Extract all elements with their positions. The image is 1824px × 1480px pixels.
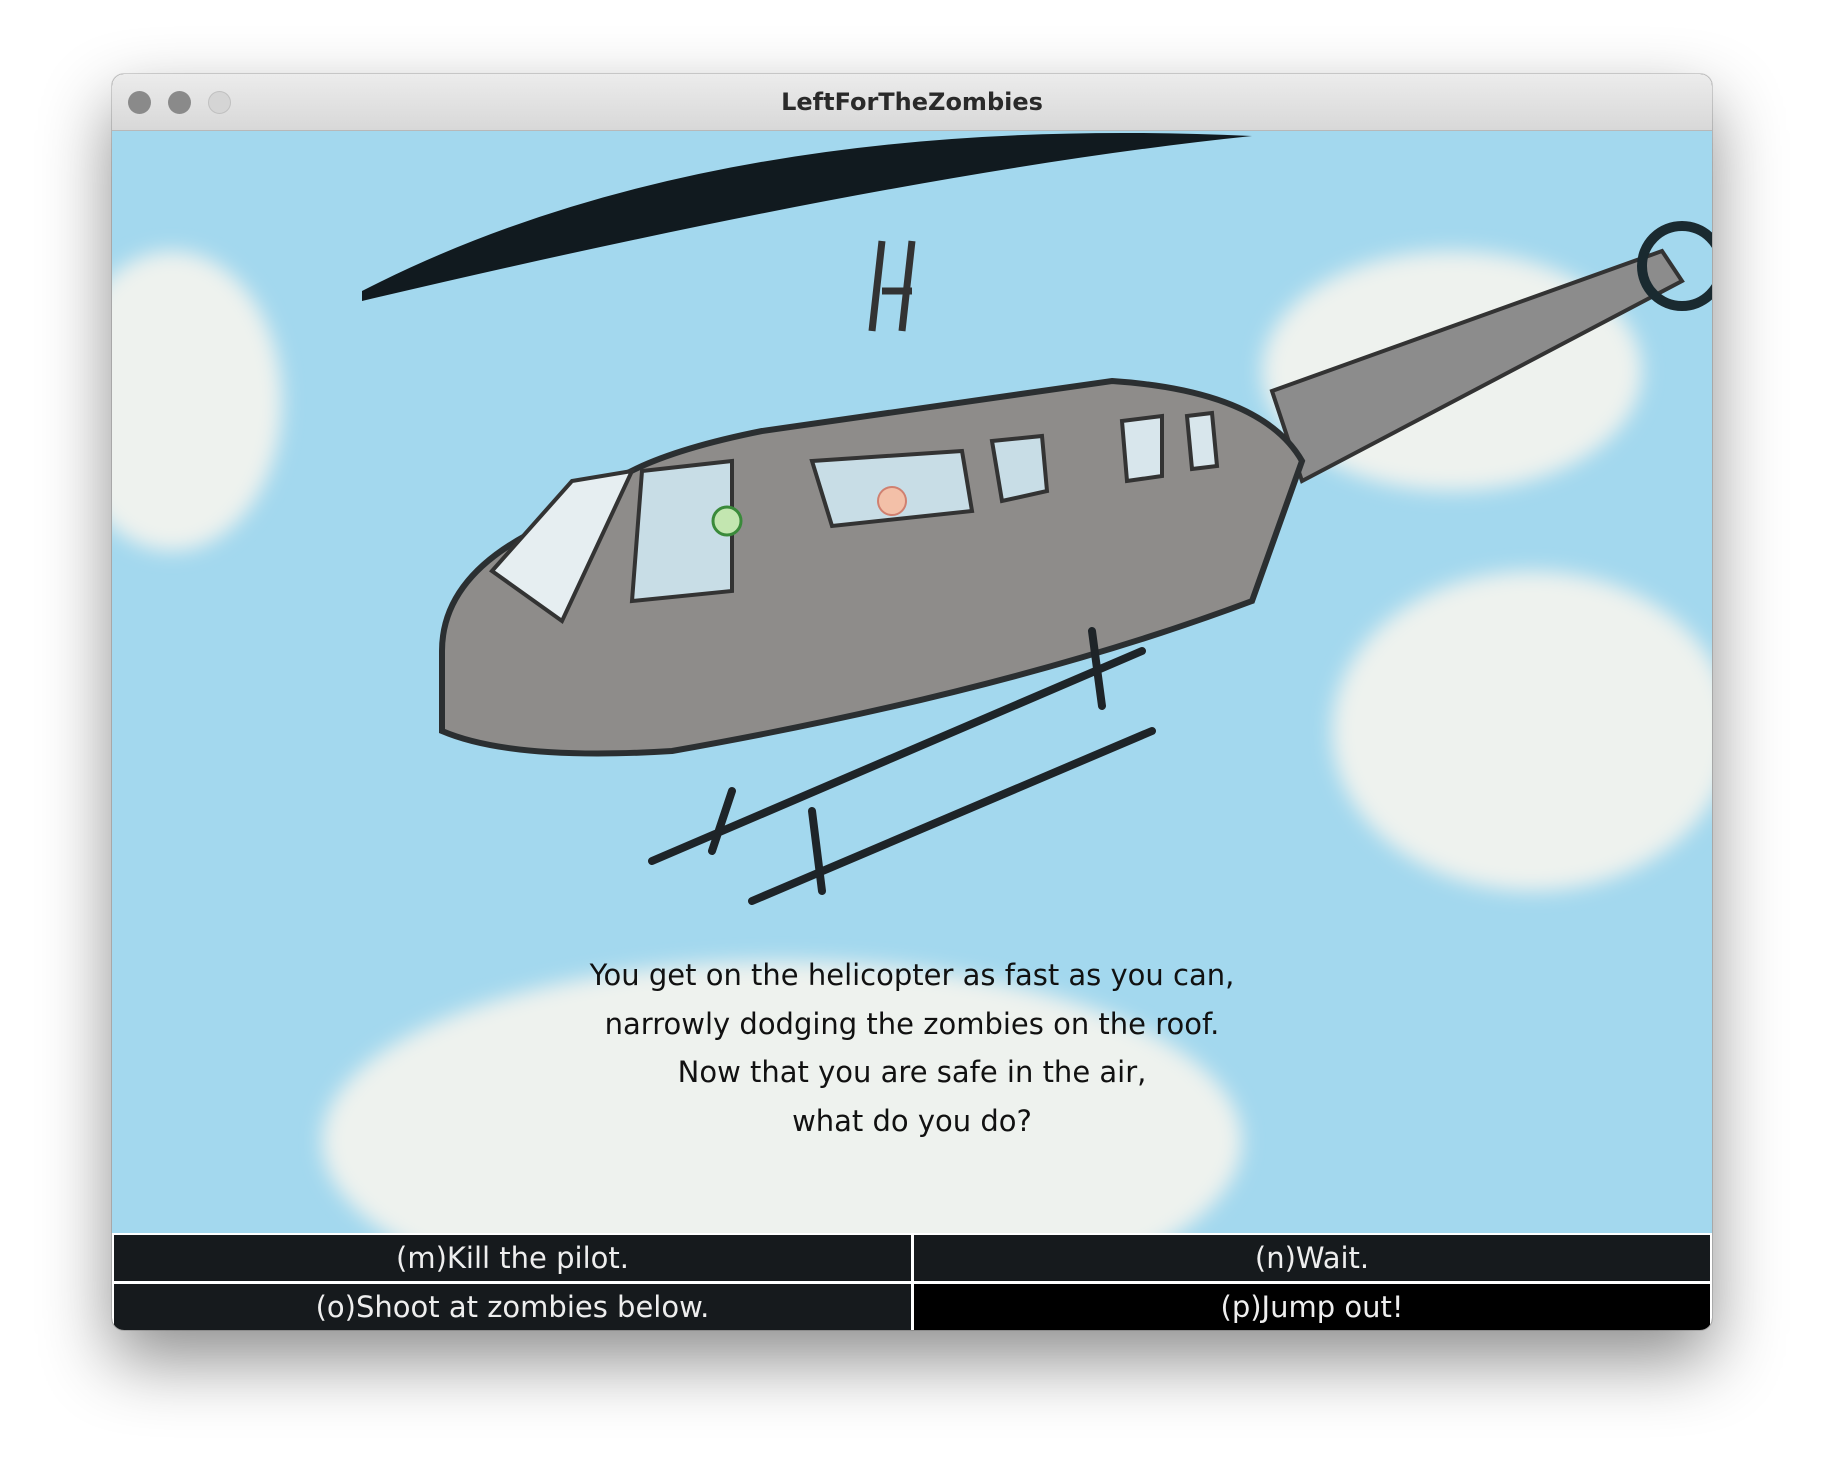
window-title: LeftForTheZombies xyxy=(781,88,1043,116)
choice-kill-pilot-button[interactable]: (m)Kill the pilot. xyxy=(114,1235,911,1281)
story-line: You get on the helicopter as fast as you… xyxy=(589,958,1235,992)
app-window: LeftForTheZombies You get on the helicop… xyxy=(112,74,1712,1330)
choice-jump-out-button[interactable]: (p)Jump out! xyxy=(914,1284,1710,1330)
story-line: Now that you are safe in the air, xyxy=(677,1055,1147,1089)
choice-grid: (m)Kill the pilot. (n)Wait. (o)Shoot at … xyxy=(112,1233,1712,1330)
title-bar: LeftForTheZombies xyxy=(112,74,1712,131)
story-text: You get on the helicopter as fast as you… xyxy=(412,951,1412,1145)
choice-wait-button[interactable]: (n)Wait. xyxy=(914,1235,1710,1281)
story-line: what do you do? xyxy=(792,1103,1032,1138)
story-illustration: You get on the helicopter as fast as you… xyxy=(112,131,1712,1233)
choice-shoot-zombies-button[interactable]: (o)Shoot at zombies below. xyxy=(114,1284,911,1330)
story-line: narrowly dodging the zombies on the roof… xyxy=(604,1006,1220,1041)
